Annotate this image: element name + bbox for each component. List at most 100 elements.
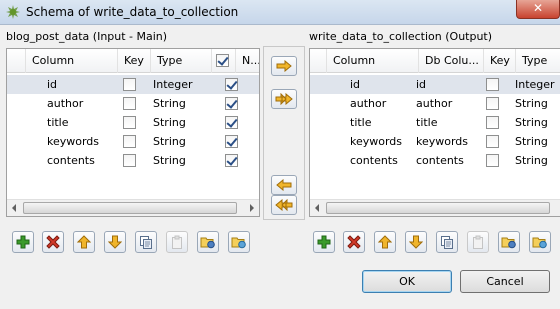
input-import-schema-button[interactable] — [197, 231, 219, 253]
input-remove-button[interactable] — [42, 231, 64, 253]
input-add-button[interactable] — [12, 231, 34, 253]
type-cell[interactable]: String — [153, 94, 211, 113]
input-paste-button[interactable] — [166, 231, 188, 253]
column-name-cell[interactable]: title — [47, 113, 117, 132]
column-name-cell[interactable]: id — [350, 75, 418, 94]
key-checkbox[interactable] — [123, 154, 136, 167]
copy-all-left-button[interactable] — [271, 195, 297, 215]
scroll-thumb[interactable] — [326, 202, 550, 214]
header-type[interactable]: Type — [151, 49, 212, 73]
output-schema-table[interactable]: Column Db Colu... Key Type id id Integer au… — [309, 48, 560, 217]
type-cell[interactable]: String — [515, 151, 560, 170]
input-table-scrollbar[interactable] — [7, 199, 259, 216]
column-name-cell[interactable]: author — [47, 94, 117, 113]
nullable-checkbox[interactable] — [225, 154, 238, 167]
double-arrow-left-icon — [275, 199, 293, 211]
output-import-schema-button[interactable] — [498, 231, 520, 253]
input-copy-button[interactable] — [135, 231, 157, 253]
input-move-up-button[interactable] — [73, 231, 95, 253]
table-row[interactable]: title String — [7, 113, 259, 132]
header-db-column[interactable]: Db Colu... — [419, 49, 484, 73]
key-checkbox[interactable] — [486, 78, 499, 91]
type-cell[interactable]: String — [153, 132, 211, 151]
output-copy-button[interactable] — [436, 231, 458, 253]
output-paste-button[interactable] — [467, 231, 489, 253]
column-name-cell[interactable]: keywords — [47, 132, 117, 151]
scroll-thumb[interactable] — [23, 202, 237, 214]
key-checkbox[interactable] — [486, 154, 499, 167]
table-row[interactable]: author String — [7, 94, 259, 113]
output-move-up-button[interactable] — [374, 231, 396, 253]
key-checkbox[interactable] — [123, 78, 136, 91]
type-cell[interactable]: String — [515, 94, 560, 113]
header-type[interactable]: Type — [516, 49, 560, 73]
type-cell[interactable]: String — [153, 151, 211, 170]
move-up-icon — [77, 235, 91, 249]
column-name-cell[interactable]: keywords — [350, 132, 418, 151]
output-table-header: Column Db Colu... Key Type — [310, 49, 560, 73]
type-cell[interactable]: String — [515, 113, 560, 132]
scroll-left-icon[interactable] — [12, 204, 16, 212]
import-schema-icon — [501, 235, 517, 249]
input-schema-table[interactable]: Column Key Type N... id Integer author Stri… — [6, 48, 260, 217]
table-row[interactable]: contents String — [7, 151, 259, 170]
type-cell[interactable]: String — [515, 132, 560, 151]
column-name-cell[interactable]: contents — [47, 151, 117, 170]
key-checkbox[interactable] — [486, 97, 499, 110]
copy-selected-left-button[interactable] — [271, 175, 297, 195]
nullable-checkbox[interactable] — [225, 116, 238, 129]
db-column-cell[interactable]: contents — [416, 151, 482, 170]
paste-icon — [170, 235, 184, 249]
key-checkbox[interactable] — [123, 116, 136, 129]
table-row[interactable]: keywords String — [7, 132, 259, 151]
table-row[interactable]: author author String — [310, 94, 560, 113]
close-button[interactable]: ✕ — [516, 0, 560, 19]
output-move-down-button[interactable] — [405, 231, 427, 253]
table-row[interactable]: title title String — [310, 113, 560, 132]
table-row[interactable]: id id Integer — [310, 75, 560, 94]
nullable-checkbox[interactable] — [225, 78, 238, 91]
output-export-schema-button[interactable] — [529, 231, 551, 253]
table-row[interactable]: keywords keywords String — [310, 132, 560, 151]
db-column-cell[interactable]: author — [416, 94, 482, 113]
header-key[interactable]: Key — [118, 49, 151, 73]
ok-button[interactable]: OK — [362, 270, 452, 293]
nullable-all-checkbox[interactable] — [216, 54, 229, 67]
cancel-button[interactable]: Cancel — [460, 270, 550, 293]
header-nullable-toggle[interactable] — [212, 49, 236, 73]
scroll-left-icon[interactable] — [315, 204, 319, 212]
nullable-checkbox[interactable] — [225, 135, 238, 148]
column-name-cell[interactable]: contents — [350, 151, 418, 170]
column-name-cell[interactable]: id — [47, 75, 117, 94]
type-cell[interactable]: Integer — [153, 75, 211, 94]
arrow-right-icon — [276, 60, 292, 72]
type-cell[interactable]: Integer — [515, 75, 560, 94]
key-checkbox[interactable] — [486, 135, 499, 148]
table-row[interactable]: contents contents String — [310, 151, 560, 170]
header-column[interactable]: Column — [26, 49, 118, 73]
key-checkbox[interactable] — [123, 97, 136, 110]
output-add-button[interactable] — [313, 231, 335, 253]
key-checkbox[interactable] — [486, 116, 499, 129]
db-column-cell[interactable]: id — [416, 75, 482, 94]
db-column-cell[interactable]: title — [416, 113, 482, 132]
header-nullable[interactable]: N... — [236, 49, 259, 73]
db-column-cell[interactable]: keywords — [416, 132, 482, 151]
paste-icon — [471, 235, 485, 249]
output-remove-button[interactable] — [343, 231, 365, 253]
column-name-cell[interactable]: author — [350, 94, 418, 113]
copy-all-right-button[interactable] — [271, 89, 297, 109]
input-move-down-button[interactable] — [104, 231, 126, 253]
input-export-schema-button[interactable] — [228, 231, 250, 253]
key-checkbox[interactable] — [123, 135, 136, 148]
nullable-checkbox[interactable] — [225, 97, 238, 110]
table-row[interactable]: id Integer — [7, 75, 259, 94]
output-table-scrollbar[interactable] — [310, 199, 560, 216]
header-key[interactable]: Key — [484, 49, 516, 73]
copy-selected-right-button[interactable] — [271, 56, 297, 76]
column-name-cell[interactable]: title — [350, 113, 418, 132]
header-row-marker — [310, 49, 327, 73]
scroll-right-icon[interactable] — [250, 204, 254, 212]
type-cell[interactable]: String — [153, 113, 211, 132]
header-column[interactable]: Column — [327, 49, 419, 73]
